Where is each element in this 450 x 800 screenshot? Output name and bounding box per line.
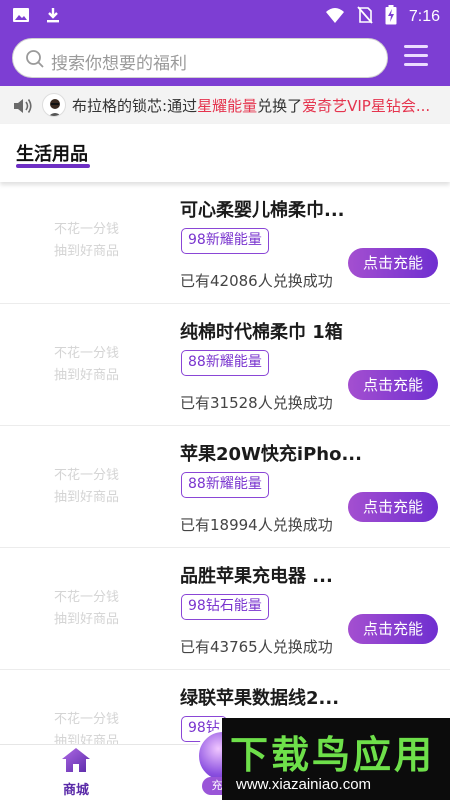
notice-text: 布拉格的锁芯:通过星耀能量兑换了爱奇艺VIP星钻会... (72, 95, 430, 116)
status-bar: 7:16 (0, 0, 450, 32)
notice-highlight-prize: 爱奇艺VIP星钻会... (302, 97, 431, 115)
charge-button[interactable]: 点击充能 (348, 492, 438, 522)
product-name: 品胜苹果充电器 ... (180, 566, 333, 587)
product-image-placeholder: 不花一分钱 抽到好商品 (0, 426, 172, 546)
thumb-line-1: 不花一分钱 (54, 468, 120, 483)
thumb-line-2: 抽到好商品 (54, 734, 120, 744)
thumb-line-2: 抽到好商品 (54, 244, 120, 259)
menu-icon[interactable] (404, 45, 430, 67)
redeemed-count: 已有42086人兑换成功 (180, 272, 333, 290)
search-header: 搜索你想要的福利 (0, 32, 450, 86)
energy-badge: 98新耀能量 (181, 228, 269, 254)
battery-charging-icon (385, 5, 397, 29)
list-item[interactable]: 不花一分钱 抽到好商品 纯棉时代棉柔巾 1箱 88新耀能量 已有31528人兑换… (0, 304, 450, 426)
avatar (42, 93, 66, 117)
product-image-placeholder: 不花一分钱 抽到好商品 (0, 548, 172, 668)
watermark-title: 下载鸟应用 (230, 733, 436, 777)
search-input[interactable]: 搜索你想要的福利 (12, 38, 388, 78)
notice-middle: 兑换了 (257, 97, 303, 115)
notice-prefix: :通过 (162, 97, 198, 115)
no-sim-icon (357, 6, 373, 28)
redeemed-count: 已有43765人兑换成功 (180, 638, 333, 656)
watermark-logo: 下载鸟应用 www.xiazainiao.com (222, 718, 450, 800)
product-name: 可心柔婴儿棉柔巾... (180, 200, 345, 221)
wifi-icon (325, 6, 345, 28)
redeemed-count: 已有18994人兑换成功 (180, 516, 333, 534)
search-placeholder: 搜索你想要的福利 (51, 54, 187, 74)
speaker-icon (12, 96, 34, 120)
status-time: 7:16 (408, 8, 440, 25)
notice-bar: 布拉格的锁芯:通过星耀能量兑换了爱奇艺VIP星钻会... (0, 86, 450, 124)
search-icon (25, 49, 45, 73)
list-item[interactable]: 不花一分钱 抽到好商品 苹果20W快充iPho... 88新耀能量 已有1899… (0, 426, 450, 548)
list-item[interactable]: 不花一分钱 抽到好商品 可心柔婴儿棉柔巾... 98新耀能量 已有42086人兑… (0, 182, 450, 304)
charge-button[interactable]: 点击充能 (348, 614, 438, 644)
notice-highlight-energy: 星耀能量 (197, 97, 258, 115)
product-image-placeholder: 不花一分钱 抽到好商品 (0, 304, 172, 424)
category-bar: 生活用品 (0, 124, 450, 182)
charge-button[interactable]: 点击充能 (348, 370, 438, 400)
image-icon (12, 6, 30, 28)
thumb-line-1: 不花一分钱 (54, 222, 120, 237)
tab-daily-goods[interactable]: 生活用品 (16, 140, 88, 166)
notice-user: 布拉格的锁芯 (72, 97, 163, 115)
thumb-line-1: 不花一分钱 (54, 712, 120, 727)
product-name: 苹果20W快充iPho... (180, 444, 362, 465)
product-name: 绿联苹果数据线2... (180, 688, 340, 709)
thumb-line-1: 不花一分钱 (54, 590, 120, 605)
nav-home[interactable]: 商城 (56, 747, 96, 798)
product-image-placeholder: 不花一分钱 抽到好商品 (0, 670, 172, 744)
list-item[interactable]: 不花一分钱 抽到好商品 品胜苹果充电器 ... 98钻石能量 已有43765人兑… (0, 548, 450, 670)
energy-badge: 88新耀能量 (181, 350, 269, 376)
status-right-icons: 7:16 (325, 5, 440, 29)
download-icon (44, 6, 62, 28)
watermark-url: www.xiazainiao.com (236, 776, 372, 793)
thumb-line-1: 不花一分钱 (54, 346, 120, 361)
redeemed-count: 已有31528人兑换成功 (180, 394, 333, 412)
nav-home-label: 商城 (62, 783, 89, 798)
energy-badge: 98钻石能量 (181, 594, 269, 620)
status-left-icons (12, 6, 62, 28)
product-list[interactable]: 不花一分钱 抽到好商品 可心柔婴儿棉柔巾... 98新耀能量 已有42086人兑… (0, 182, 450, 744)
thumb-line-2: 抽到好商品 (54, 490, 120, 505)
charge-button[interactable]: 点击充能 (348, 248, 438, 278)
tab-underline (16, 164, 90, 168)
product-image-placeholder: 不花一分钱 抽到好商品 (0, 182, 172, 302)
home-icon (61, 748, 91, 777)
energy-badge: 88新耀能量 (181, 472, 269, 498)
thumb-line-2: 抽到好商品 (54, 612, 120, 627)
product-name: 纯棉时代棉柔巾 1箱 (180, 322, 343, 343)
thumb-line-2: 抽到好商品 (54, 368, 120, 383)
